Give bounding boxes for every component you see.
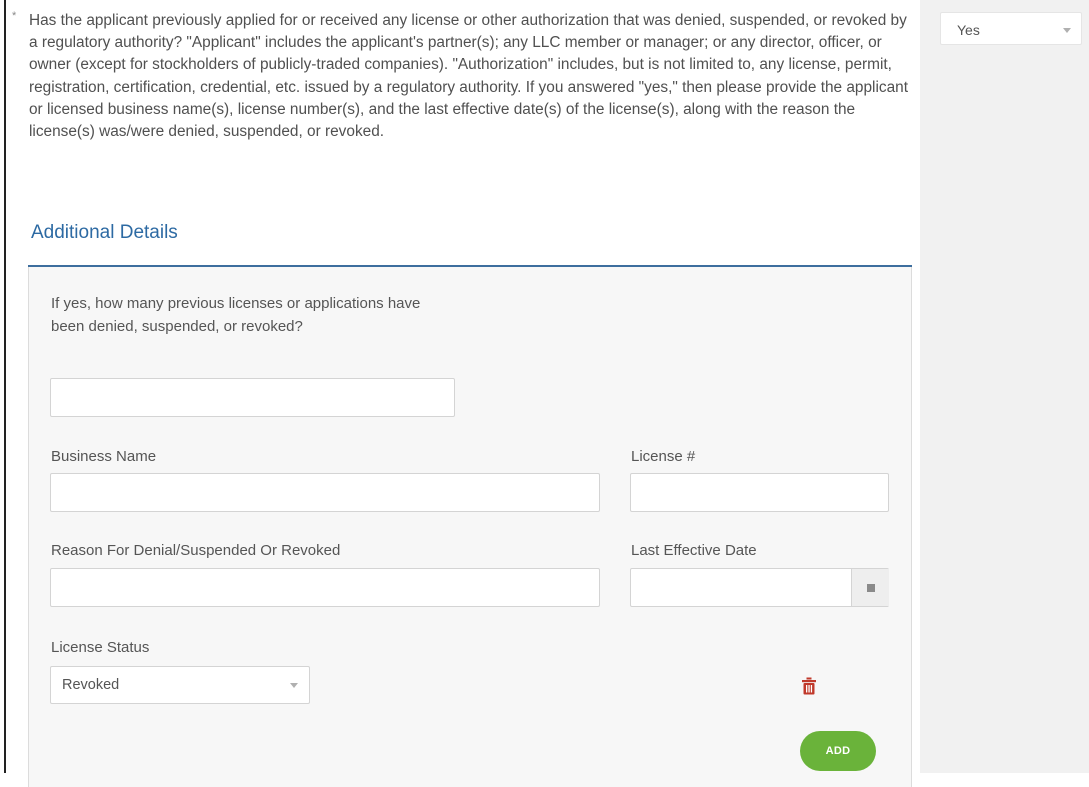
trash-icon[interactable] (801, 677, 817, 695)
last-effective-date-label: Last Effective Date (631, 542, 757, 559)
question-text: Has the applicant previously applied for… (29, 12, 908, 141)
window-edge (4, 0, 6, 773)
business-name-input[interactable] (50, 473, 600, 512)
calendar-button[interactable] (851, 569, 889, 606)
business-name-label: Business Name (51, 448, 157, 465)
count-input[interactable] (50, 378, 455, 417)
additional-details-title: Additional Details (31, 222, 178, 243)
caret-down-icon (290, 683, 298, 688)
reason-label: Reason For Denial/Suspended Or Revoked (51, 542, 341, 559)
additional-details-panel (28, 267, 912, 787)
license-number-label: License # (631, 448, 696, 465)
answer-select[interactable]: Yes (940, 12, 1082, 45)
required-marker: * (12, 10, 17, 22)
caret-down-icon (1063, 28, 1071, 33)
license-number-input[interactable] (630, 473, 889, 512)
license-status-select[interactable]: Revoked (50, 666, 310, 704)
trash-icon-graphic (802, 677, 816, 695)
license-status-value: Revoked (62, 677, 120, 693)
answer-column (920, 0, 1089, 773)
reason-input[interactable] (50, 568, 600, 607)
add-button[interactable]: ADD (800, 731, 876, 771)
calendar-icon (867, 584, 875, 592)
answer-select-value: Yes (957, 22, 980, 38)
license-status-label: License Status (51, 639, 150, 656)
count-label: If yes, how many previous licenses or ap… (51, 295, 421, 335)
